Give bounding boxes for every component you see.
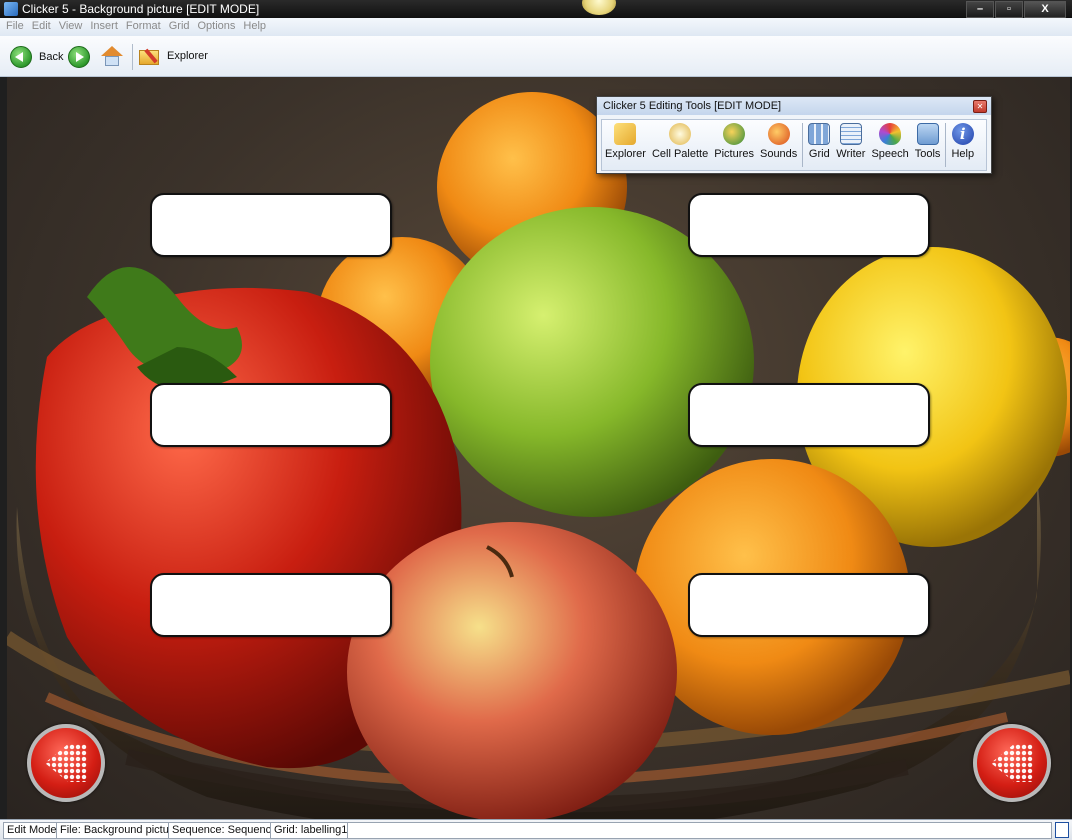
tool-help-label: Help [951, 148, 975, 160]
tool-writer[interactable]: Writer [833, 120, 868, 160]
background-picture [7, 77, 1070, 819]
forward-arrow-icon [68, 46, 90, 68]
pictures-icon [723, 123, 746, 145]
label-cell-4[interactable] [688, 383, 930, 447]
speech-icon [879, 123, 902, 145]
tool-grid-label: Grid [808, 148, 830, 160]
explorer-icon [614, 123, 637, 145]
menu-edit[interactable]: Edit [28, 18, 55, 32]
restore-button[interactable]: ▫ [995, 1, 1023, 18]
menu-file[interactable]: File [0, 18, 28, 32]
menu-view[interactable]: View [55, 18, 87, 32]
toolbar-separator [132, 44, 133, 70]
back-button[interactable]: Back [10, 46, 63, 68]
writer-icon [839, 123, 862, 145]
tool-speech-label: Speech [871, 148, 909, 160]
home-button[interactable] [101, 46, 123, 66]
status-empty-panel [347, 822, 1052, 839]
menu-help[interactable]: Help [239, 18, 270, 32]
tool-tools-label: Tools [914, 148, 941, 160]
orb-icon [582, 0, 616, 15]
menu-grid[interactable]: Grid [165, 18, 194, 32]
palette-close-button[interactable]: ✕ [973, 100, 987, 113]
title-bar: Clicker 5 - Background picture [EDIT MOD… [0, 0, 1072, 18]
explorer-icon [139, 46, 163, 66]
fruit-basket-image [7, 92, 1070, 819]
palette-separator [945, 123, 947, 167]
dot-grid-icon [991, 744, 1033, 782]
tool-pictures-label: Pictures [714, 148, 754, 160]
menu-options[interactable]: Options [194, 18, 240, 32]
minimize-button[interactable]: – [966, 1, 994, 18]
tool-tools[interactable]: Tools [912, 120, 944, 160]
status-file: File: Background picture [56, 822, 183, 839]
resize-grip-icon[interactable] [1055, 822, 1069, 838]
palette-toolbar: Explorer Cell Palette Pictures Sounds Gr… [601, 119, 987, 171]
forward-button[interactable] [68, 46, 90, 68]
status-bar: Edit Mode File: Background picture Seque… [0, 819, 1072, 840]
explorer-button[interactable]: Explorer [139, 46, 208, 66]
right-switch-button[interactable] [973, 724, 1051, 802]
window-controls: – ▫ X [965, 1, 1066, 18]
menu-insert[interactable]: Insert [86, 18, 122, 32]
status-grid: Grid: labelling1 [270, 822, 352, 839]
palette-separator [802, 123, 804, 167]
menu-format[interactable]: Format [122, 18, 165, 32]
label-cell-5[interactable] [150, 573, 392, 637]
close-button[interactable]: X [1024, 1, 1066, 18]
tool-help[interactable]: i Help [948, 120, 977, 160]
label-cell-1[interactable] [150, 193, 392, 257]
help-icon: i [951, 123, 974, 145]
tool-sounds-label: Sounds [759, 148, 798, 160]
tools-icon [916, 123, 939, 145]
toolbar: Back Explorer [0, 36, 1072, 77]
label-cell-2[interactable] [688, 193, 930, 257]
back-arrow-icon [10, 46, 32, 68]
tool-speech[interactable]: Speech [868, 120, 911, 160]
left-switch-button[interactable] [27, 724, 105, 802]
sounds-icon [767, 123, 790, 145]
home-icon [101, 46, 123, 66]
tool-writer-label: Writer [836, 148, 866, 160]
tool-explorer[interactable]: Explorer [602, 120, 649, 160]
clicker-app-icon[interactable] [4, 2, 18, 16]
window-title: Clicker 5 - Background picture [EDIT MOD… [22, 2, 260, 16]
grid-icon [808, 123, 831, 145]
editing-tools-palette[interactable]: Clicker 5 Editing Tools [EDIT MODE] ✕ Ex… [596, 96, 992, 174]
tool-grid[interactable]: Grid [805, 120, 833, 160]
tool-pictures[interactable]: Pictures [711, 120, 757, 160]
tool-sounds[interactable]: Sounds [757, 120, 800, 160]
tool-explorer-label: Explorer [605, 148, 646, 160]
label-cell-3[interactable] [150, 383, 392, 447]
tool-cell-palette-label: Cell Palette [651, 148, 709, 160]
menu-bar: File Edit View Insert Format Grid Options Help [0, 18, 1072, 36]
palette-title: Clicker 5 Editing Tools [EDIT MODE] [597, 97, 991, 115]
explorer-label: Explorer [167, 50, 208, 62]
dot-grid-icon [45, 744, 87, 782]
status-mode: Edit Mode [3, 822, 61, 839]
back-label: Back [39, 51, 64, 63]
tool-cell-palette[interactable]: Cell Palette [649, 120, 711, 160]
cell-palette-icon [669, 123, 692, 145]
label-cell-6[interactable] [688, 573, 930, 637]
